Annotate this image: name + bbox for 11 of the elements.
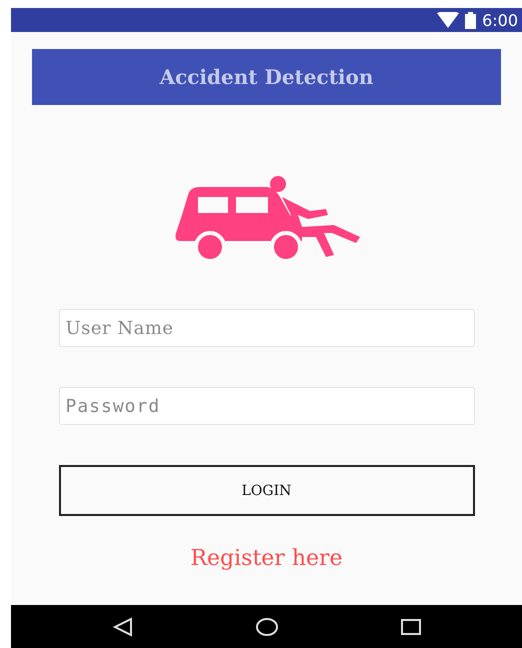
app-title: Accident Detection — [160, 65, 374, 89]
battery-icon — [465, 12, 476, 28]
recents-icon[interactable] — [400, 618, 420, 634]
wifi-icon — [437, 12, 460, 28]
car-accident-logo-icon — [174, 175, 360, 261]
status-time: 6:00 — [482, 10, 518, 30]
login-button[interactable]: LOGIN — [58, 465, 474, 516]
password-field[interactable]: Password — [58, 387, 474, 425]
home-icon[interactable] — [256, 618, 278, 636]
username-field[interactable]: User Name — [58, 309, 474, 347]
back-icon[interactable] — [112, 616, 132, 636]
